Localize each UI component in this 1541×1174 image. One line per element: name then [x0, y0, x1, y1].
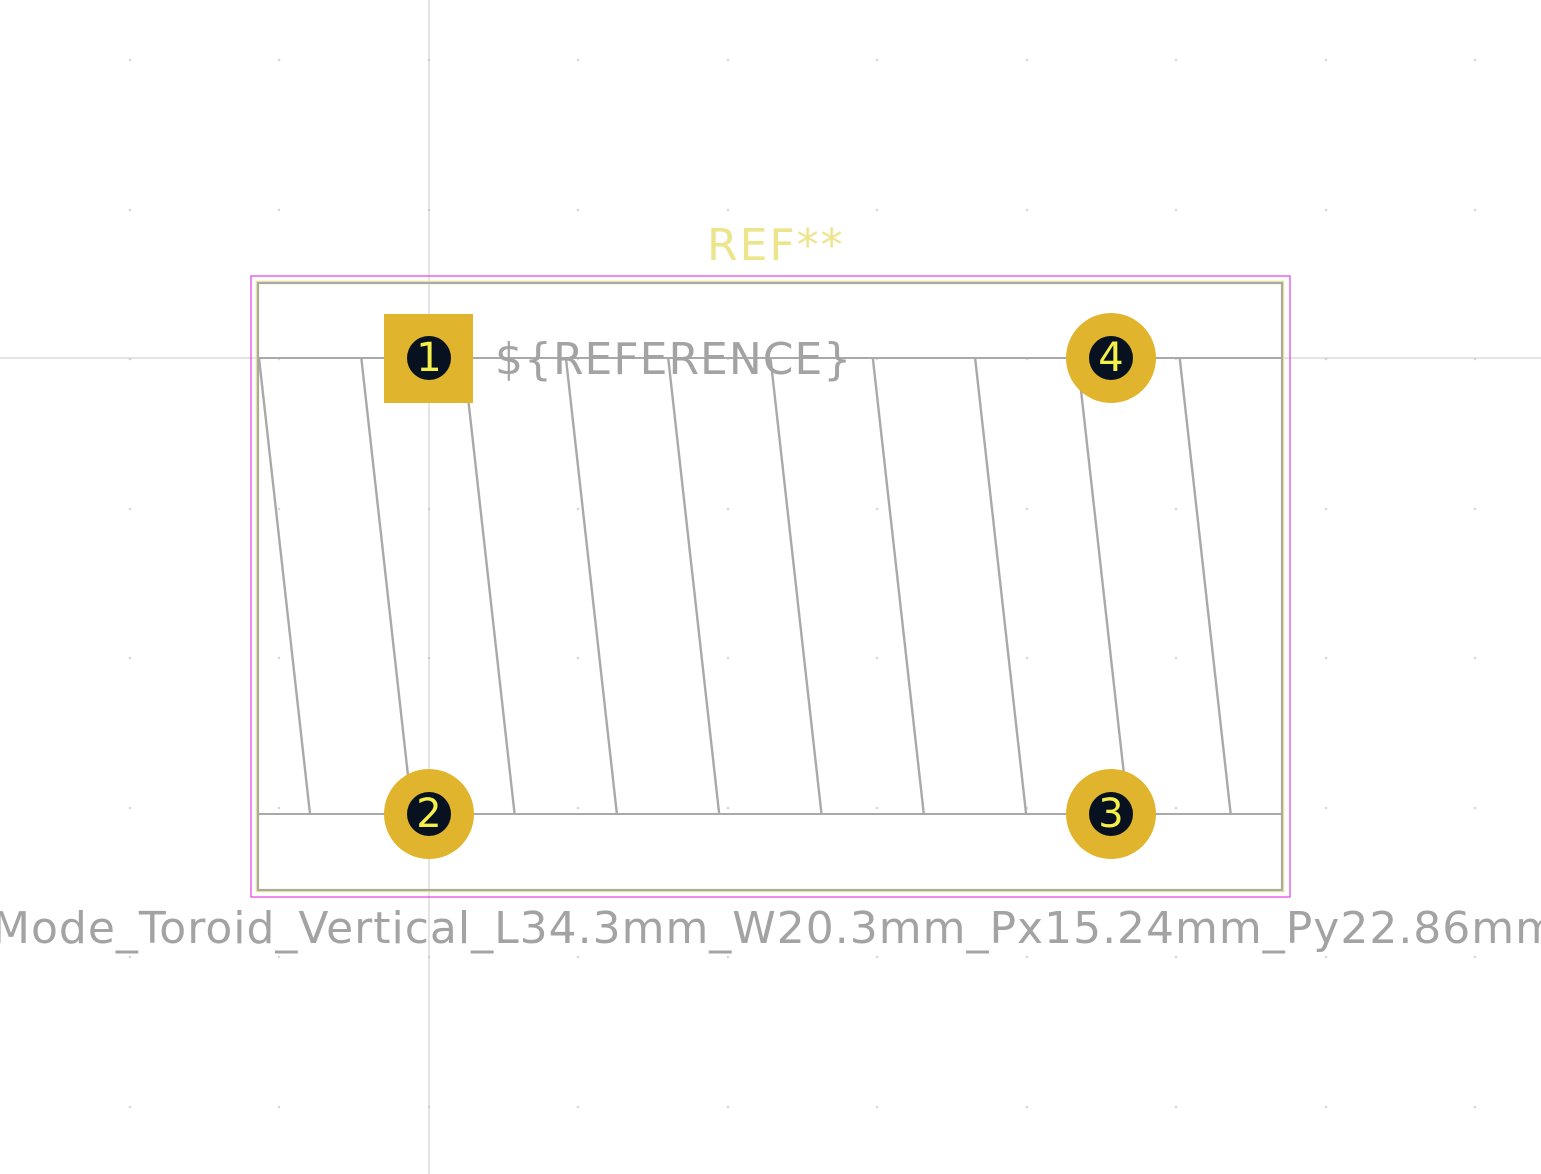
grid-dot [1324, 58, 1328, 62]
pcb-footprint-canvas[interactable]: REF** ${REFERENCE} 1 2 3 4 Mode_Toroid_V… [0, 0, 1541, 1174]
grid-dot [1174, 656, 1178, 660]
reference-silkscreen-text[interactable]: REF** [707, 220, 845, 271]
winding-line [462, 357, 516, 815]
pad-2[interactable]: 2 [384, 769, 474, 859]
grid-dot [1324, 208, 1328, 212]
grid-dot [1174, 955, 1178, 959]
grid-dot [128, 58, 132, 62]
grid-dot [726, 507, 730, 511]
winding-line [973, 357, 1028, 815]
grid-dot [1174, 208, 1178, 212]
grid-dot [128, 806, 132, 810]
winding-line [871, 357, 925, 815]
grid-dot [277, 507, 281, 511]
grid-dot [277, 955, 281, 959]
toroid-windings [257, 357, 1232, 815]
grid-dot [576, 1105, 580, 1109]
winding-line [1178, 357, 1232, 815]
grid-dot [1473, 58, 1477, 62]
grid-dot [1025, 1105, 1029, 1109]
grid-dot [128, 1105, 132, 1109]
winding-line [1076, 357, 1130, 815]
grid-dot [726, 58, 730, 62]
grid-dot [576, 208, 580, 212]
grid-dot [726, 656, 730, 660]
grid-dot [1025, 208, 1029, 212]
grid-dot [1324, 955, 1328, 959]
grid-dot [1473, 1105, 1477, 1109]
grid-dot [576, 507, 580, 511]
grid-dot [1025, 507, 1029, 511]
grid-dot [1025, 58, 1029, 62]
grid-dot [128, 656, 132, 660]
grid-dot [277, 58, 281, 62]
grid-dot [1473, 507, 1477, 511]
pad-3-number: 3 [1098, 791, 1123, 837]
winding-line [360, 357, 414, 815]
grid-dot [277, 656, 281, 660]
winding-line [564, 357, 619, 815]
grid-dot [277, 208, 281, 212]
grid-dot [726, 1105, 730, 1109]
grid-dot [128, 955, 132, 959]
pad-3[interactable]: 3 [1066, 769, 1156, 859]
pad-4-number: 4 [1098, 335, 1123, 381]
grid-dot [1473, 656, 1477, 660]
grid-dot [1324, 656, 1328, 660]
grid-dot [1324, 1105, 1328, 1109]
grid-dot [875, 208, 879, 212]
grid-dot [1324, 806, 1328, 810]
grid-dot [875, 955, 879, 959]
grid-dot [277, 806, 281, 810]
grid-dot [875, 507, 879, 511]
pad-4[interactable]: 4 [1066, 313, 1156, 403]
grid-dot [1473, 208, 1477, 212]
grid-dot [576, 955, 580, 959]
winding-line [257, 357, 312, 815]
grid-dot [576, 656, 580, 660]
pad-2-number: 2 [416, 791, 441, 837]
grid-dot [1473, 955, 1477, 959]
grid-dot [128, 208, 132, 212]
winding-line [667, 357, 721, 815]
grid-dot [726, 208, 730, 212]
grid-dot [1174, 1105, 1178, 1109]
grid-dot [1473, 806, 1477, 810]
grid-dot [875, 1105, 879, 1109]
grid-dot [576, 58, 580, 62]
grid-dot [1025, 656, 1029, 660]
pad-1-number: 1 [416, 335, 441, 381]
grid-dot [1025, 955, 1029, 959]
grid-dot [875, 656, 879, 660]
grid-dot [277, 1105, 281, 1109]
grid-dot [1174, 806, 1178, 810]
grid-dot [875, 806, 879, 810]
reference-fab-text[interactable]: ${REFERENCE} [495, 334, 852, 385]
grid-dot [726, 806, 730, 810]
grid-dot [128, 507, 132, 511]
origin-crosshair [0, 0, 1541, 1174]
grid-dot [1174, 507, 1178, 511]
grid-dot [1174, 58, 1178, 62]
pad-1[interactable]: 1 [384, 314, 473, 403]
winding-line [769, 357, 823, 815]
footprint-value-text[interactable]: Mode_Toroid_Vertical_L34.3mm_W20.3mm_Px1… [0, 903, 1541, 954]
grid-dot [726, 955, 730, 959]
grid-dot [875, 58, 879, 62]
grid-dot [1324, 507, 1328, 511]
grid-dot [576, 806, 580, 810]
